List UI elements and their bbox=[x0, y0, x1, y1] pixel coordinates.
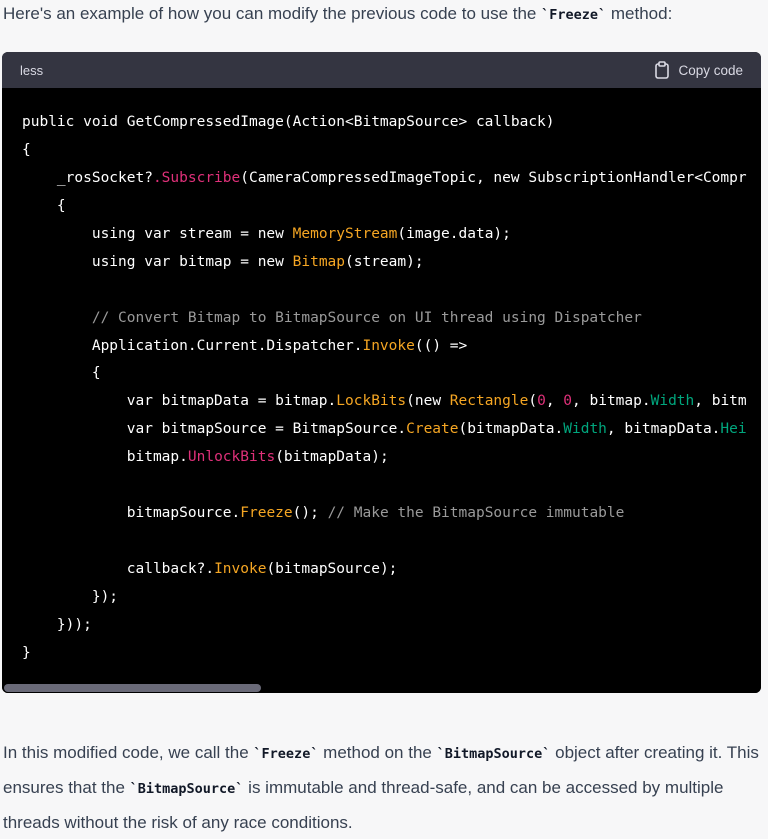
scrollbar-thumb[interactable] bbox=[4, 684, 261, 692]
code-block: less Copy code public void GetCompressed… bbox=[2, 52, 761, 693]
code-line: } bbox=[22, 640, 761, 668]
code-token: // Make the BitmapSource immutable bbox=[327, 505, 625, 522]
code-token: } bbox=[22, 644, 31, 661]
code-token: LockBits bbox=[336, 393, 407, 410]
inline-code-freeze: `Freeze` bbox=[541, 7, 607, 23]
code-line: // Convert Bitmap to BitmapSource on UI … bbox=[22, 305, 761, 333]
code-token: 0 bbox=[537, 393, 546, 410]
code-line: _rosSocket?.Subscribe(CameraCompressedIm… bbox=[22, 165, 761, 193]
clipboard-icon bbox=[655, 61, 670, 79]
code-line: }); bbox=[22, 584, 761, 612]
code-line: bitmap.UnlockBits(bitmapData); bbox=[22, 444, 761, 472]
code-token: (new bbox=[406, 393, 450, 410]
copy-code-button[interactable]: Copy code bbox=[654, 61, 743, 79]
code-token: (); bbox=[292, 505, 328, 522]
code-token: UnlockBits bbox=[187, 449, 276, 466]
intro-text-end: method: bbox=[606, 4, 673, 23]
code-line: public void GetCompressedImage(Action<Bi… bbox=[22, 109, 761, 137]
code-token: , bbox=[545, 393, 564, 410]
code-token: , bitm bbox=[694, 393, 747, 410]
code-line: using var stream = new MemoryStream(imag… bbox=[22, 221, 761, 249]
code-token: { bbox=[22, 141, 31, 158]
code-token: bitmap. bbox=[22, 449, 188, 466]
code-token: (bitmapData. bbox=[458, 421, 564, 438]
code-line: callback?.Invoke(bitmapSource); bbox=[22, 556, 761, 584]
code-language-label: less bbox=[20, 62, 44, 78]
code-token: Freeze bbox=[240, 505, 293, 522]
explanation-text-2: method on the bbox=[318, 743, 437, 762]
code-line: { bbox=[22, 193, 761, 221]
intro-paragraph: Here's an example of how you can modify … bbox=[3, 0, 760, 32]
explanation-paragraph: In this modified code, we call the `Free… bbox=[3, 736, 760, 839]
code-token: Width bbox=[563, 421, 607, 438]
intro-text: Here's an example of how you can modify … bbox=[3, 4, 542, 23]
code-token: Invoke bbox=[214, 561, 267, 577]
code-token: 0 bbox=[563, 393, 573, 410]
code-token: (bitmapSource); bbox=[266, 561, 398, 577]
code-token: { bbox=[22, 365, 101, 382]
code-token: ( bbox=[528, 393, 538, 410]
code-line: })); bbox=[22, 612, 761, 640]
code-token: callback?. bbox=[22, 561, 215, 577]
code-token: { bbox=[22, 197, 66, 214]
code-line: { bbox=[22, 360, 761, 388]
code-token: .Subscribe bbox=[152, 169, 241, 186]
inline-code-freeze-2: `Freeze` bbox=[253, 746, 319, 762]
code-token: bitmapSource. bbox=[22, 505, 241, 522]
code-token: , bitmap. bbox=[572, 393, 651, 410]
inline-code-bitmapsource-2: `BitmapSource` bbox=[129, 781, 244, 797]
code-token: }); bbox=[22, 588, 119, 605]
code-token: Rectangle bbox=[449, 393, 529, 410]
code-token: Application.Current.Dispatcher. bbox=[22, 337, 363, 354]
code-token: Invoke bbox=[362, 337, 415, 354]
code-content: public void GetCompressedImage(Action<Bi… bbox=[2, 88, 761, 668]
explanation-text-1: In this modified code, we call the bbox=[3, 743, 254, 762]
code-token: (stream); bbox=[345, 253, 424, 270]
code-line: bitmapSource.Freeze(); // Make the Bitma… bbox=[22, 500, 761, 528]
code-token: MemoryStream bbox=[292, 225, 398, 242]
code-token: var bitmapSource = BitmapSource. bbox=[22, 421, 407, 438]
code-line: { bbox=[22, 137, 761, 165]
code-token: Create bbox=[406, 421, 459, 438]
code-line: Application.Current.Dispatcher.Invoke(()… bbox=[22, 333, 761, 361]
code-block-header: less Copy code bbox=[2, 52, 761, 88]
copy-code-label: Copy code bbox=[678, 62, 743, 78]
code-token: public void GetCompressedImage(Action<Bi… bbox=[22, 114, 555, 130]
code-token: , bitmapData. bbox=[606, 421, 721, 438]
code-token: // Convert Bitmap to BitmapSource on UI … bbox=[22, 309, 642, 326]
code-token: Width bbox=[650, 393, 695, 410]
code-token: (CameraCompressedImageTopic, new Subscri… bbox=[240, 169, 747, 186]
code-token: _rosSocket? bbox=[22, 169, 153, 186]
code-line: using var bitmap = new Bitmap(stream); bbox=[22, 249, 761, 277]
code-line: var bitmapData = bitmap.LockBits(new Rec… bbox=[22, 388, 761, 416]
code-token: using var stream = new bbox=[22, 225, 293, 242]
horizontal-scrollbar[interactable] bbox=[2, 683, 761, 693]
code-line: var bitmapSource = BitmapSource.Create(b… bbox=[22, 416, 761, 444]
code-token: var bitmapData = bitmap. bbox=[22, 393, 337, 410]
code-token: (() => bbox=[414, 337, 468, 354]
code-token: (bitmapData); bbox=[275, 449, 389, 466]
code-token: Bitmap bbox=[292, 253, 346, 270]
inline-code-bitmapsource: `BitmapSource` bbox=[436, 746, 551, 762]
code-token: (image.data); bbox=[397, 225, 511, 242]
code-token: })); bbox=[22, 616, 92, 633]
code-token: Hei bbox=[720, 421, 747, 438]
code-token: using var bitmap = new bbox=[22, 253, 293, 270]
